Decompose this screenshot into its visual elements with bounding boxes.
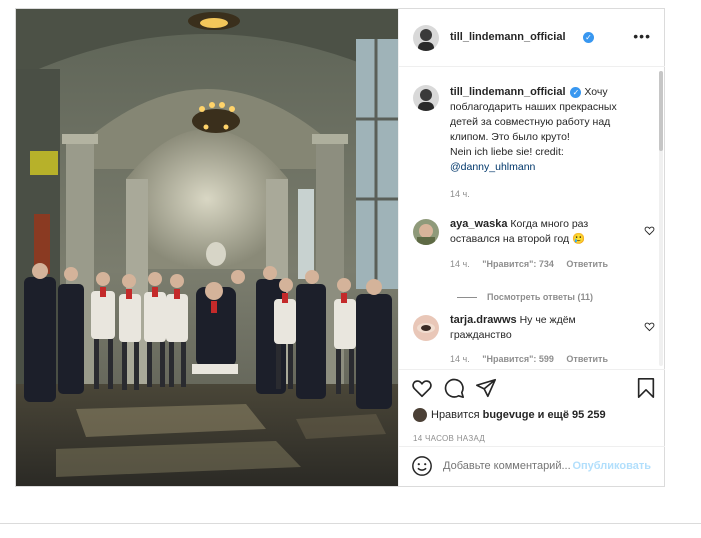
bookmark-icon[interactable]	[635, 377, 657, 399]
post-timestamp[interactable]: 14 ЧАСОВ НАЗАД	[413, 434, 485, 443]
like-comment-heart-icon[interactable]	[644, 321, 655, 332]
commenter-avatar[interactable]	[413, 315, 439, 341]
avatar-image	[413, 219, 439, 245]
caption-line: Nein ich liebe sie! credit:	[450, 146, 564, 158]
photo-illustration	[16, 9, 398, 486]
view-replies-button[interactable]: Посмотреть ответы (11)	[457, 292, 593, 302]
caption-line: Хочу	[584, 86, 608, 98]
likes-count[interactable]: и ещё 95 259	[538, 409, 606, 421]
comment-icon[interactable]	[443, 377, 465, 399]
avatar-image	[413, 315, 439, 341]
comments-scrollbar[interactable]	[659, 71, 663, 366]
comment-input[interactable]	[443, 460, 573, 472]
reply-button[interactable]: Ответить	[566, 354, 608, 364]
comment-text: tarja.drawws Ну че ждём гражданство	[450, 313, 625, 343]
comment-likes[interactable]: "Нравится": 734	[482, 259, 554, 269]
likes-prefix: Нравится	[431, 408, 480, 421]
comment-meta: 14 ч. "Нравится": 734 Ответить	[450, 259, 608, 269]
mention-link[interactable]: @danny_uhlmann	[450, 161, 535, 173]
comment-line: Когда много раз	[510, 218, 589, 230]
avatar-image	[413, 25, 439, 51]
caption-avatar[interactable]	[413, 85, 439, 111]
publish-button[interactable]: Опубликовать	[572, 460, 651, 472]
caption-username[interactable]: till_lindemann_official	[450, 86, 566, 98]
comment-username[interactable]: tarja.drawws	[450, 314, 517, 326]
heart-icon[interactable]	[411, 377, 433, 399]
like-comment-heart-icon[interactable]	[644, 225, 655, 236]
commenter-avatar[interactable]	[413, 219, 439, 245]
comment-username[interactable]: aya_waska	[450, 218, 508, 230]
likes-summary[interactable]: Нравится bugevuge и ещё 95 259	[413, 408, 606, 422]
emoji-icon[interactable]	[411, 455, 433, 477]
post-sidebar: till_lindemann_official ✓ ••• till_linde…	[398, 9, 665, 486]
caption-text: till_lindemann_official ✓ Хочу поблагода…	[450, 85, 655, 175]
verified-badge-icon: ✓	[583, 32, 594, 43]
author-avatar[interactable]	[413, 25, 439, 51]
comment-line: Ну че ждём	[519, 314, 576, 326]
add-comment-bar: Опубликовать	[399, 446, 665, 487]
caption-line: поблагодарить наших прекрасных	[450, 101, 617, 113]
comment-line: гражданство	[450, 329, 512, 341]
page-divider	[0, 523, 701, 524]
caption-line: детей за совместную работу над	[450, 116, 611, 128]
comment-time: 14 ч.	[450, 354, 470, 364]
post-header: till_lindemann_official ✓ •••	[399, 9, 665, 67]
comment-time: 14 ч.	[450, 259, 470, 269]
comment-line: оставался на второй год 🥲	[450, 233, 586, 245]
verified-badge-icon: ✓	[570, 86, 582, 98]
post-photo[interactable]	[16, 9, 398, 486]
post-actions: Нравится bugevuge и ещё 95 259 14 ЧАСОВ …	[399, 369, 665, 456]
author-username[interactable]: till_lindemann_official	[450, 31, 566, 43]
comment-meta: 14 ч. "Нравится": 599 Ответить	[450, 354, 608, 364]
more-horizontal-icon[interactable]: •••	[633, 28, 651, 44]
avatar-image	[413, 85, 439, 111]
reply-button[interactable]: Ответить	[566, 259, 608, 269]
instagram-post: till_lindemann_official ✓ ••• till_linde…	[15, 8, 665, 487]
view-replies-label: Посмотреть ответы (11)	[487, 292, 593, 302]
caption-line: клипом. Это было круто!	[450, 131, 570, 143]
replies-divider	[457, 297, 477, 299]
share-icon[interactable]	[475, 377, 497, 399]
comments-list[interactable]: till_lindemann_official ✓ Хочу поблагода…	[399, 67, 665, 369]
liker-avatar	[413, 408, 427, 422]
likes-user[interactable]: bugevuge	[483, 409, 535, 421]
scrollbar-thumb[interactable]	[659, 71, 663, 151]
comment-text: aya_waska Когда много раз оставался на в…	[450, 217, 625, 247]
caption-time: 14 ч.	[450, 189, 470, 199]
comment-likes[interactable]: "Нравится": 599	[482, 354, 554, 364]
